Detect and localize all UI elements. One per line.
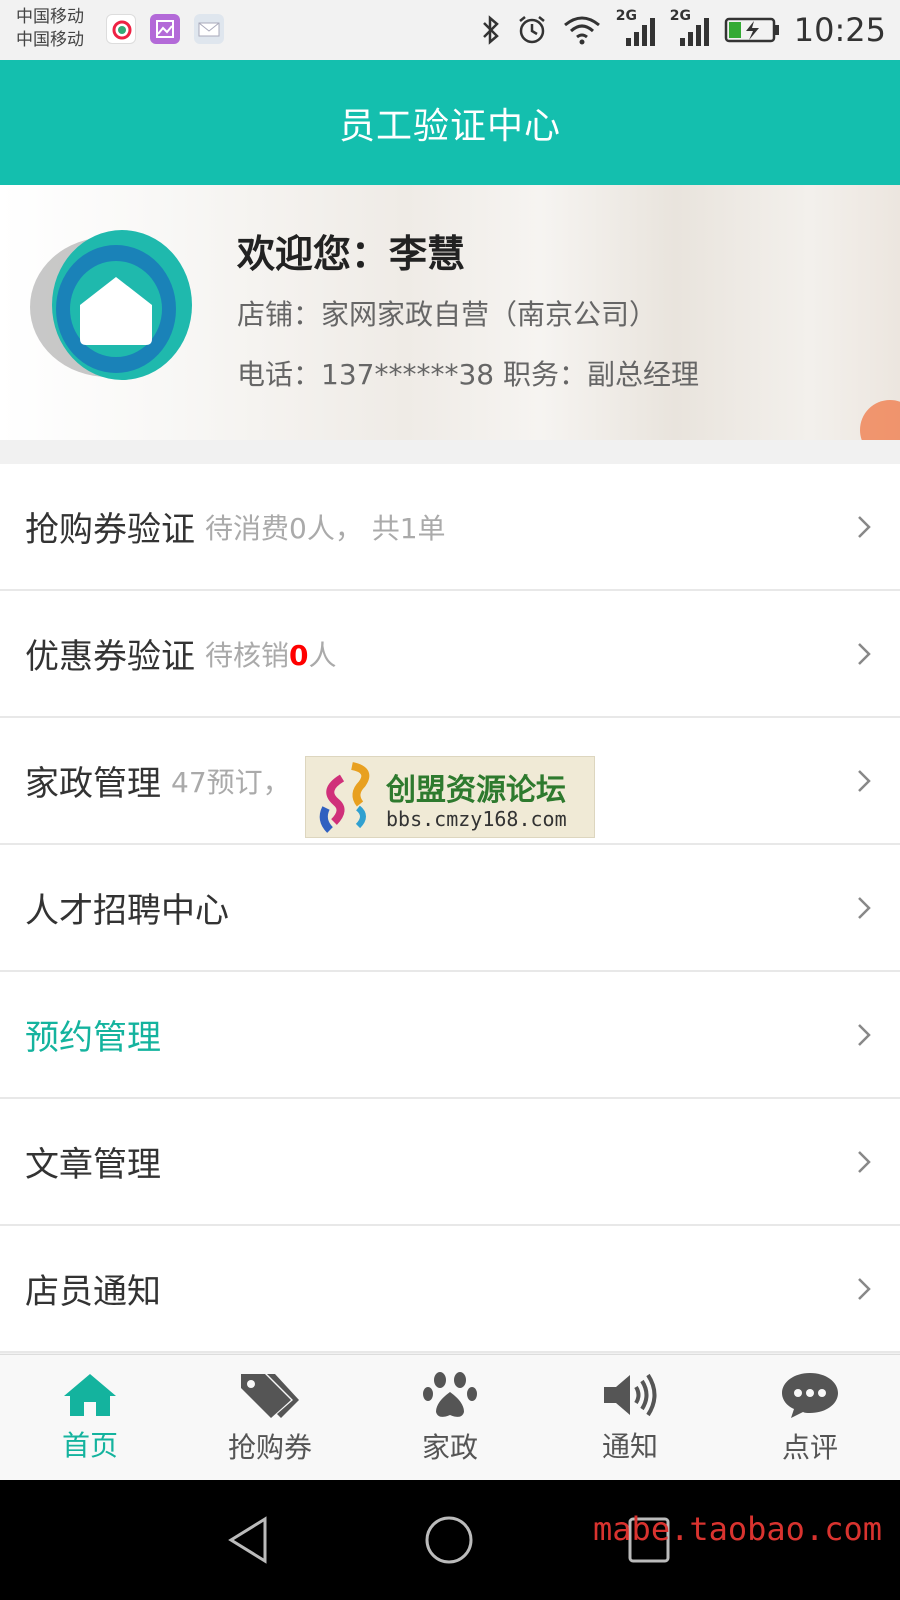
bluetooth-icon	[480, 14, 502, 46]
tab-label: 通知	[601, 1429, 658, 1463]
tab-home[interactable]: 首页	[0, 1355, 180, 1480]
chevron-right-icon	[856, 894, 872, 926]
home-nav-icon[interactable]	[424, 1515, 474, 1569]
tab-housekeeping[interactable]: 家政	[360, 1355, 540, 1480]
shop-info: 店铺：家网家政自营（南京公司）	[237, 298, 658, 331]
menu-item-label: 店员通知	[25, 1272, 161, 1312]
back-icon[interactable]	[225, 1515, 271, 1569]
mail-notification-icon	[194, 14, 224, 44]
menu-item-label: 人才招聘中心	[25, 891, 229, 931]
tag-icon	[241, 1373, 299, 1418]
carrier-text: 中国移动 中国移动	[16, 6, 84, 52]
signal-1-label: 2G	[615, 8, 638, 24]
menu-item-sub-prefix: 待核销	[205, 638, 290, 672]
alarm-icon	[516, 14, 548, 46]
chevron-right-icon	[856, 513, 872, 545]
menu-item-appointment-management[interactable]: 预约管理	[0, 972, 900, 1099]
menu-item-sub: 待消费0人， 共1单	[205, 511, 446, 545]
watermark-text: mabe.taobao.com	[593, 1510, 882, 1548]
menu-item-staff-notice[interactable]: 店员通知	[0, 1226, 900, 1353]
status-bar: 中国移动 中国移动 2G 2G 10:25	[0, 0, 900, 60]
tab-label: 家政	[421, 1430, 478, 1464]
gallery-notification-icon	[150, 14, 180, 44]
watermark-banner: 创盟资源论坛 bbs.cmzy168.com	[305, 756, 595, 838]
forum-logo-icon	[319, 762, 370, 833]
menu-item-label: 抢购券验证	[25, 510, 195, 550]
menu-item-sub: 待核销0人	[205, 634, 337, 674]
company-logo	[30, 225, 195, 390]
menu-item-article-management[interactable]: 文章管理	[0, 1099, 900, 1226]
battery-charging-icon	[724, 16, 780, 44]
chevron-right-icon	[856, 767, 872, 799]
menu-item-label: 预约管理	[25, 1018, 161, 1058]
chevron-right-icon	[856, 1021, 872, 1053]
menu-item-sub-suffix: 人	[308, 638, 337, 672]
paw-icon	[423, 1371, 477, 1417]
signal-1-icon: 2G	[616, 8, 656, 48]
chevron-right-icon	[856, 1275, 872, 1307]
phone-position-info: 电话：137******38 职务：副总经理	[237, 358, 699, 391]
tab-label: 抢购券	[227, 1430, 312, 1464]
tab-label: 首页	[61, 1428, 118, 1462]
wifi-icon	[562, 15, 602, 45]
home-icon	[64, 1373, 116, 1416]
menu-item-recruitment-center[interactable]: 人才招聘中心	[0, 845, 900, 972]
welcome-text: 欢迎您：李慧	[237, 232, 466, 276]
menu-item-label: 优惠券验证	[25, 637, 195, 677]
clock: 10:25	[793, 11, 886, 49]
tab-review[interactable]: 点评	[720, 1355, 900, 1480]
menu-item-sub: 47预订，	[171, 765, 291, 799]
menu-item-flash-coupon-verify[interactable]: 抢购券验证 待消费0人， 共1单	[0, 464, 900, 591]
signal-2-icon: 2G	[670, 8, 710, 48]
page-title: 员工验证中心	[338, 105, 561, 147]
bottom-tab-bar: 首页 抢购券 家政 通知 点评	[0, 1354, 900, 1480]
chevron-right-icon	[856, 640, 872, 672]
speaker-icon	[604, 1373, 657, 1416]
menu-item-housekeeping-management[interactable]: 家政管理 47预订， 创盟资源论坛 bbs.cmzy168.com	[0, 718, 900, 845]
system-navigation-bar: mabe.taobao.com	[0, 1480, 900, 1600]
pending-count: 0	[289, 638, 309, 672]
carrier-2: 中国移动	[16, 30, 84, 50]
signal-2-label: 2G	[669, 8, 692, 24]
tab-label: 点评	[781, 1430, 838, 1464]
menu-item-discount-coupon-verify[interactable]: 优惠券验证 待核销0人	[0, 591, 900, 718]
banner-url: bbs.cmzy168.com	[386, 807, 567, 831]
chevron-right-icon	[856, 1148, 872, 1180]
tab-flash-coupon[interactable]: 抢购券	[180, 1355, 360, 1480]
profile-card: 欢迎您：李慧 店铺：家网家政自营（南京公司） 电话：137******38 职务…	[0, 185, 900, 440]
carrier-1: 中国移动	[16, 7, 84, 27]
app-header: 员工验证中心	[0, 60, 900, 185]
menu-item-label: 家政管理	[25, 764, 161, 804]
tab-notice[interactable]: 通知	[540, 1355, 720, 1480]
menu-list: 抢购券验证 待消费0人， 共1单 优惠券验证 待核销0人 家政管理 47预订， …	[0, 464, 900, 1353]
banner-title: 创盟资源论坛	[386, 773, 566, 808]
menu-item-label: 文章管理	[25, 1145, 161, 1185]
chat-icon	[782, 1372, 838, 1418]
app-notification-icon	[106, 14, 136, 44]
